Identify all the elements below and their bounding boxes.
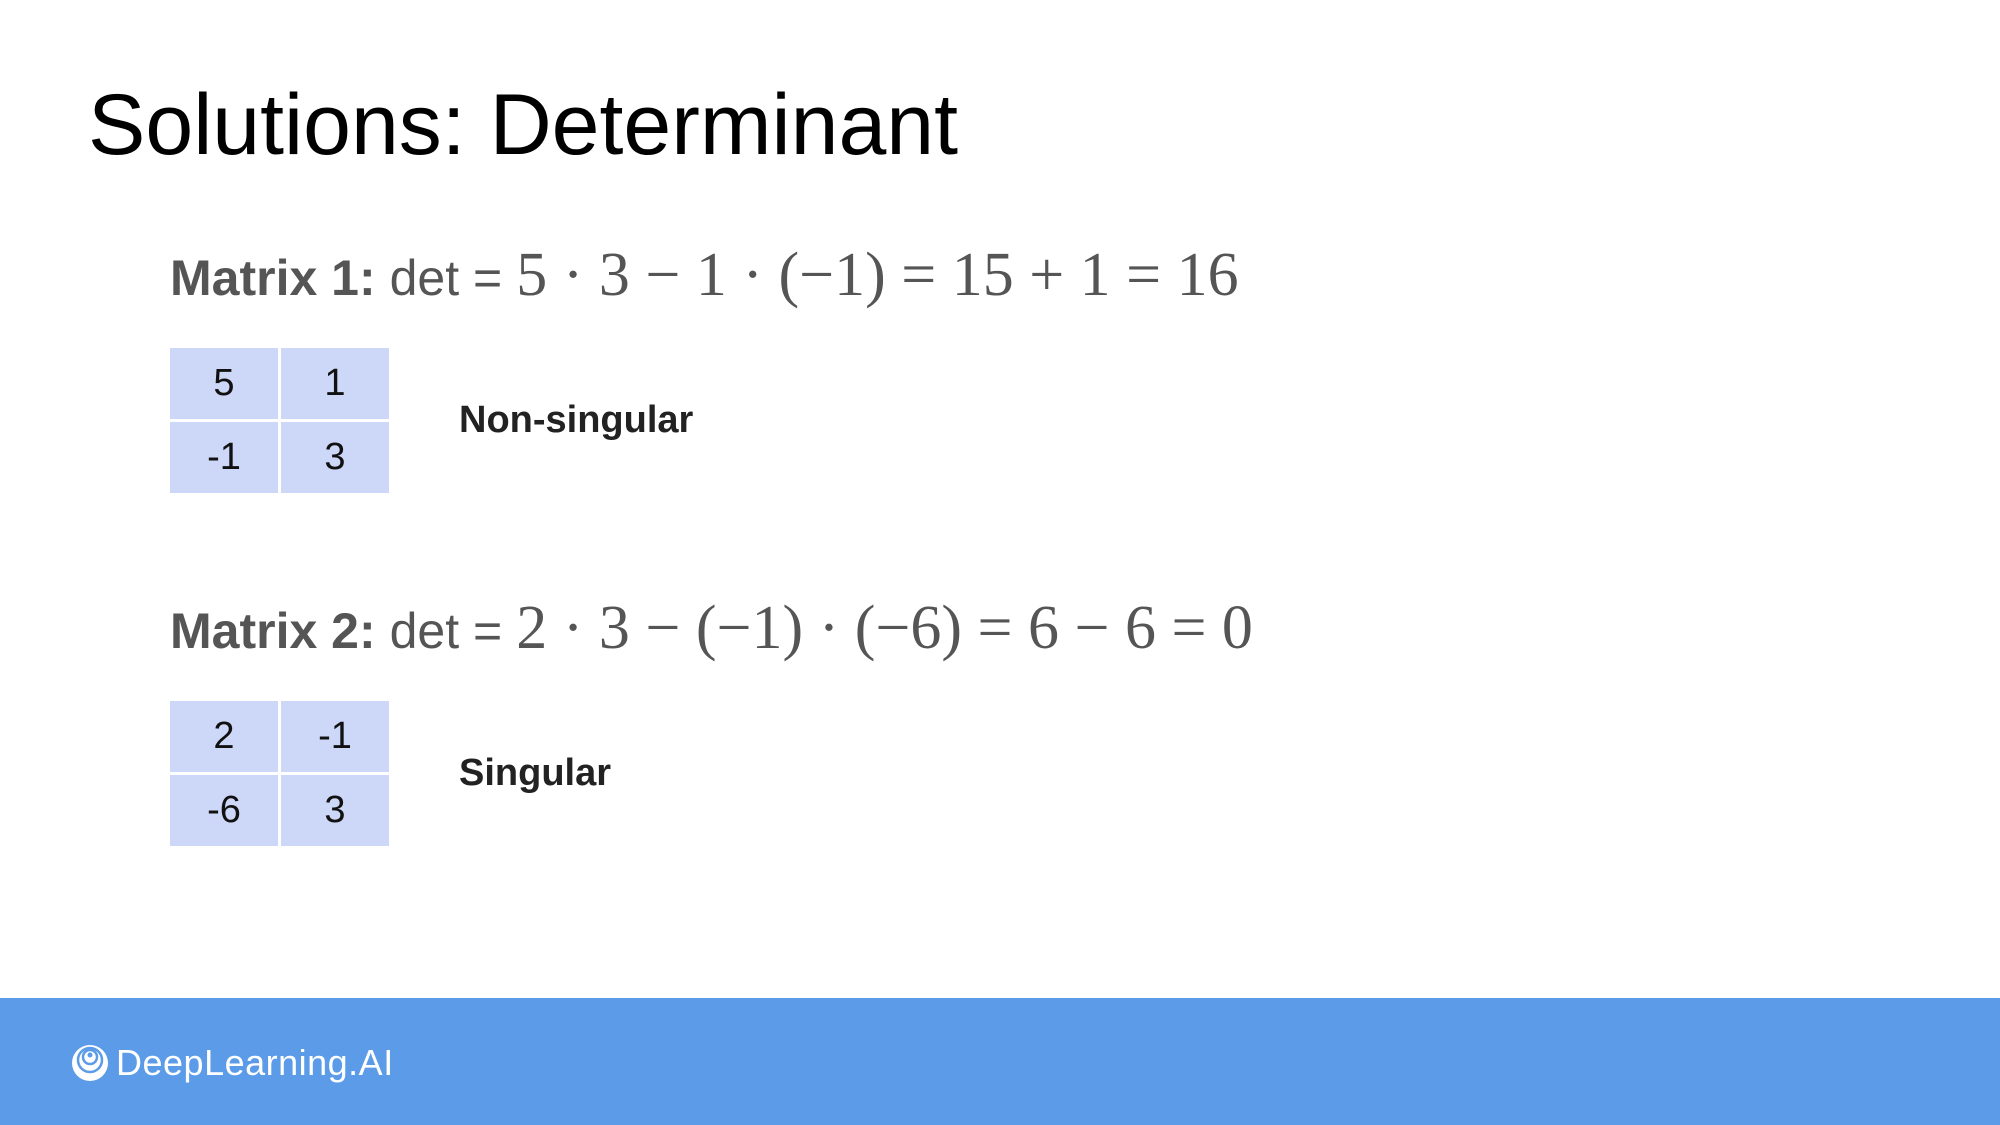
matrix-label: Matrix 2: (170, 603, 376, 659)
determinant-equation: Matrix 2: det = 2 · 3 − (−1) · (−6) = 6 … (170, 593, 1670, 665)
matrix-cell: -1 (281, 701, 389, 772)
brand-logo: DeepLearning.AI (70, 1042, 394, 1084)
matrix-label: Matrix 1: (170, 250, 376, 306)
matrix-cell: 1 (281, 348, 389, 419)
matrix-row: 2 -1 -6 3 Singular (170, 701, 1670, 846)
matrix-1-solution: Matrix 1: det = 5 · 3 − 1 · (−1) = 15 + … (170, 240, 1670, 493)
matrix-row: 5 1 -1 3 Non-singular (170, 348, 1670, 493)
matrix-cell: 2 (170, 701, 278, 772)
matrix-cell: 3 (281, 422, 389, 493)
brand-name: DeepLearning.AI (116, 1042, 394, 1083)
singularity-verdict: Singular (459, 752, 612, 794)
matrix-cell: 3 (281, 775, 389, 846)
singularity-verdict: Non-singular (459, 399, 694, 441)
matrix-cell: -1 (170, 422, 278, 493)
matrix-grid: 2 -1 -6 3 (170, 701, 389, 846)
footer-bar: DeepLearning.AI (0, 998, 2000, 1125)
determinant-formula: 5 · 3 − 1 · (−1) = 15 + 1 = 16 (516, 241, 1239, 309)
det-prefix: det = (389, 603, 503, 659)
determinant-equation: Matrix 1: det = 5 · 3 − 1 · (−1) = 15 + … (170, 240, 1670, 312)
matrix-2-solution: Matrix 2: det = 2 · 3 − (−1) · (−6) = 6 … (170, 593, 1670, 846)
slide-title: Solutions: Determinant (88, 77, 958, 173)
determinant-formula: 2 · 3 − (−1) · (−6) = 6 − 6 = 0 (516, 594, 1253, 662)
deeplearning-logo-icon (72, 1045, 108, 1081)
matrix-cell: 5 (170, 348, 278, 419)
matrix-cell: -6 (170, 775, 278, 846)
matrix-grid: 5 1 -1 3 (170, 348, 389, 493)
det-prefix: det = (389, 250, 503, 306)
